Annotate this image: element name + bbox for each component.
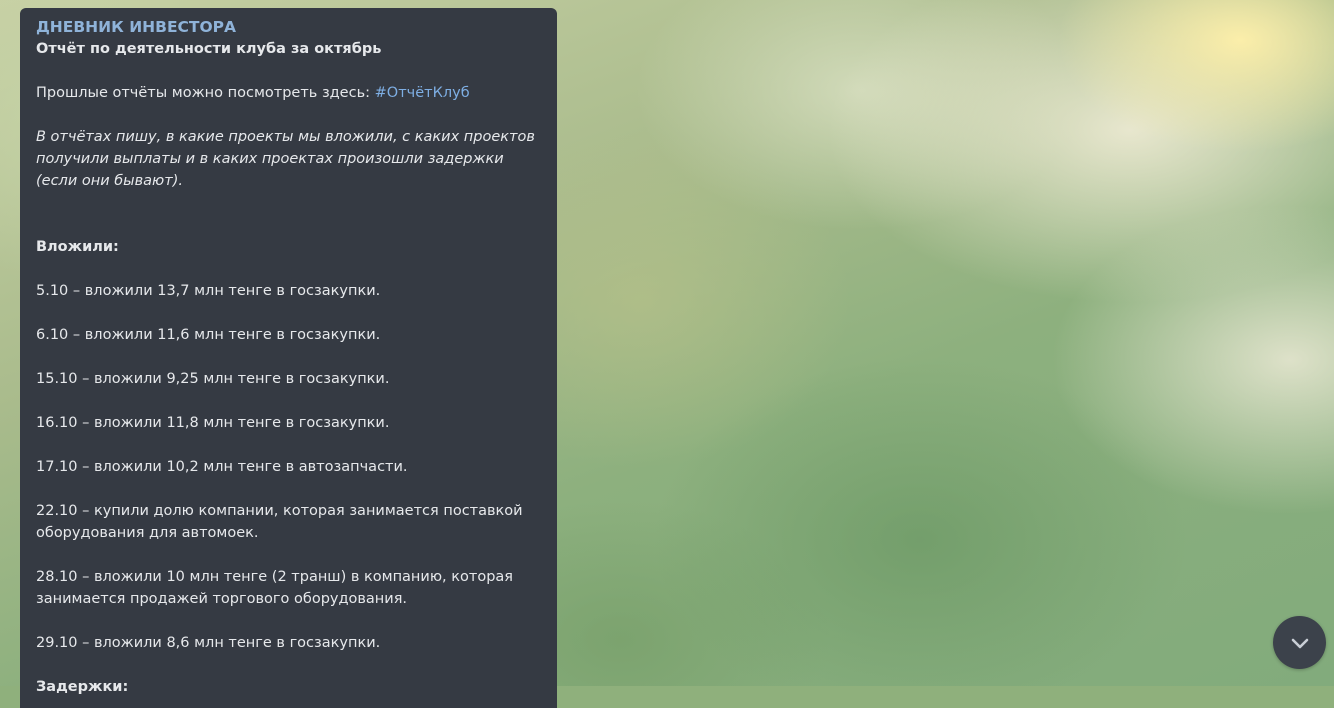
delays-heading: Задержки: — [36, 679, 129, 695]
past-reports-text: Прошлые отчёты можно посмотреть здесь: — [36, 85, 375, 101]
invested-heading: Вложили: — [36, 239, 119, 255]
message-title: Отчёт по деятельности клуба за октябрь — [36, 41, 382, 57]
hashtag-link[interactable]: #ОтчётКлуб — [375, 85, 470, 101]
list-item: 29.10 – вложили 8,6 млн тенге в госзакуп… — [36, 635, 381, 651]
list-item: 17.10 – вложили 10,2 млн тенге в автозап… — [36, 459, 408, 475]
message-bubble: ДНЕВНИК ИНВЕСТОРА Отчёт по деятельности … — [20, 8, 557, 708]
chevron-down-icon — [1291, 638, 1308, 648]
list-item: 6.10 – вложили 11,6 млн тенге в госзакуп… — [36, 327, 381, 343]
channel-name[interactable]: ДНЕВНИК ИНВЕСТОРА — [36, 16, 541, 38]
list-item: 22.10 – купили долю компании, которая за… — [36, 503, 523, 541]
past-reports-line: Прошлые отчёты можно посмотреть здесь: #… — [36, 82, 541, 104]
list-item: 28.10 – вложили 10 млн тенге (2 транш) в… — [36, 569, 514, 607]
scroll-to-bottom-button[interactable] — [1273, 616, 1326, 669]
list-item: 5.10 – вложили 13,7 млн тенге в госзакуп… — [36, 283, 381, 299]
list-item: 15.10 – вложили 9,25 млн тенге в госзаку… — [36, 371, 390, 387]
intro-text: В отчётах пишу, в какие проекты мы вложи… — [36, 129, 535, 189]
list-item: 16.10 – вложили 11,8 млн тенге в госзаку… — [36, 415, 390, 431]
